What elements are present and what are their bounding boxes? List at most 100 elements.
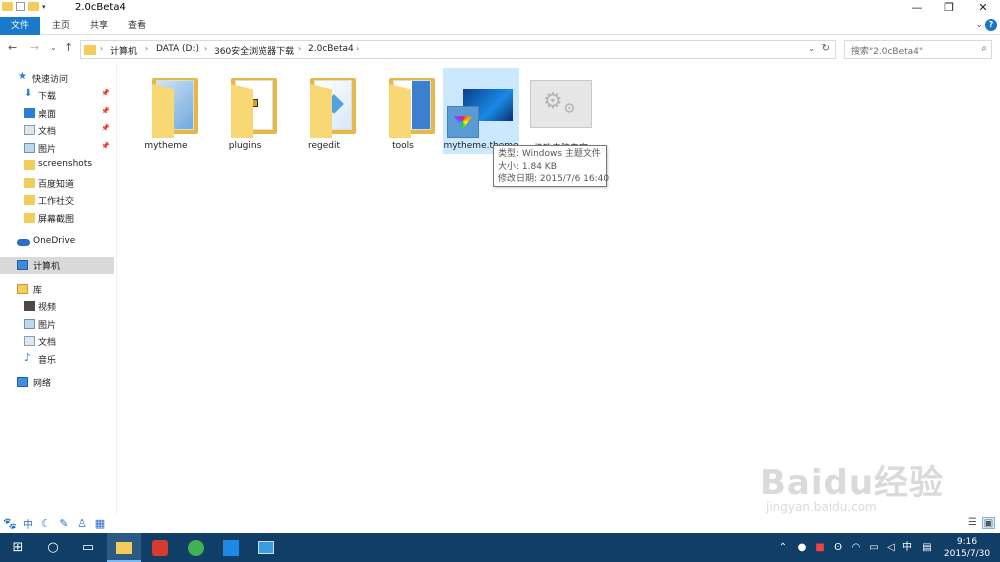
grid-icon[interactable]: ▦	[92, 517, 108, 530]
sidebar-item-label: screenshots	[38, 159, 93, 169]
sidebar-item-label: 库	[33, 286, 43, 296]
tray-orange-icon[interactable]: ●	[794, 533, 810, 562]
app-red-icon[interactable]	[143, 533, 177, 562]
paw-icon[interactable]: 🐾	[2, 517, 18, 530]
sidebar-item-documents[interactable]: 文档 📌	[0, 122, 114, 139]
windows-start-icon[interactable]: ⊞	[1, 533, 35, 562]
address-bar[interactable]: › 计算机 › DATA (D:) › 360安全浏览器下载 › 2.0cBet…	[80, 40, 836, 59]
system-clock[interactable]: 9:16 2015/7/30	[940, 536, 994, 560]
properties-icon[interactable]	[16, 2, 25, 11]
breadcrumb-downloads[interactable]: 360安全浏览器下载	[214, 44, 294, 57]
network-icon	[17, 377, 28, 387]
back-button[interactable]: ←	[8, 41, 17, 54]
folder-icon	[24, 178, 35, 188]
breadcrumb-computer[interactable]: 计算机	[110, 44, 137, 57]
close-button[interactable]: ✕	[966, 0, 1000, 17]
chevron-right-icon[interactable]: ›	[100, 44, 103, 53]
sidebar-item-library[interactable]: 库	[0, 281, 114, 298]
folder-item-mytheme[interactable]: mytheme	[128, 70, 204, 154]
folder-item-regedit[interactable]: regedit	[286, 70, 362, 154]
folder-icon[interactable]	[2, 2, 13, 11]
tab-share[interactable]: 共享	[82, 17, 116, 35]
tooltip-size: 大小: 1.84 KB	[498, 161, 557, 172]
tab-file[interactable]: 文件	[0, 17, 40, 35]
folder-item-plugins[interactable]: plugins	[207, 70, 283, 154]
tooltip-modified: 修改日期: 2015/7/6 16:40	[498, 174, 610, 184]
picture-icon	[24, 319, 35, 329]
chevron-right-icon[interactable]: ›	[204, 44, 207, 53]
sidebar-item-lib-documents[interactable]: 文档	[0, 333, 114, 350]
sidebar-item-screenshots[interactable]: screenshots	[0, 157, 114, 174]
restore-button[interactable]: ❐	[932, 0, 966, 17]
minimize-button[interactable]: —	[900, 0, 934, 17]
file-item-settings[interactable]: ⚙ ⚙ 极致电脑专家	[523, 70, 599, 154]
gear-icon: ⚙ ⚙	[530, 80, 592, 128]
battery-icon[interactable]: ▭	[866, 533, 882, 562]
chevron-right-icon[interactable]: ›	[298, 44, 301, 53]
chevron-right-icon[interactable]: ›	[145, 44, 148, 53]
control-panel-icon[interactable]	[249, 533, 283, 562]
recent-locations-icon[interactable]: ⌄	[50, 43, 57, 52]
help-icon[interactable]: ?	[985, 19, 997, 31]
tab-view[interactable]: 查看	[120, 17, 154, 35]
wifi-icon[interactable]: ◠	[848, 533, 864, 562]
sidebar-item-videos[interactable]: 视频	[0, 298, 114, 315]
sidebar-item-work-social[interactable]: 工作社交	[0, 192, 114, 209]
user-icon[interactable]: ♙	[74, 517, 90, 530]
chevron-right-icon[interactable]: ›	[356, 44, 359, 53]
sidebar-item-downloads[interactable]: ⬇ 下载 📌	[0, 87, 114, 104]
sidebar-item-label: 网络	[33, 379, 52, 389]
folder-item-tools[interactable]: tools	[365, 70, 441, 154]
sidebar-item-lib-pictures[interactable]: 图片	[0, 316, 114, 333]
breadcrumb-drive[interactable]: DATA (D:)	[156, 44, 199, 54]
browser-360-icon[interactable]	[179, 533, 213, 562]
tray-bluetooth-icon[interactable]: ʘ	[830, 533, 846, 562]
sidebar-item-computer[interactable]: 计算机	[0, 257, 114, 274]
theme-palette-icon	[447, 106, 479, 138]
forward-button[interactable]: →	[30, 41, 39, 54]
color-fan	[454, 116, 472, 129]
breadcrumb-current[interactable]: 2.0cBeta4	[308, 44, 354, 54]
refresh-icon[interactable]: ↻	[822, 43, 830, 54]
moon-icon[interactable]: ☾	[38, 517, 54, 530]
ribbon-tabs: 文件 主页 共享 查看 ⌄ ?	[0, 17, 1000, 35]
task-view-icon[interactable]: ▭	[71, 533, 105, 562]
expand-ribbon-icon[interactable]: ⌄	[975, 20, 983, 30]
search-icon[interactable]: ⌕	[981, 43, 987, 54]
sidebar-item-quick-access[interactable]: ★ 快速访问	[0, 70, 114, 87]
sidebar-item-screen-captures[interactable]: 屏幕截图	[0, 210, 114, 227]
sidebar-item-desktop[interactable]: 桌面 📌	[0, 105, 114, 122]
pen-icon[interactable]: ✎	[56, 517, 72, 530]
ime-toolbar: 🐾 中 ☾ ✎ ♙ ▦	[2, 515, 114, 532]
ime-tray-label[interactable]: 中	[900, 533, 914, 562]
settings-app-icon[interactable]	[214, 533, 248, 562]
show-hidden-icons-icon[interactable]: ⌃	[776, 533, 790, 562]
folder-icon	[24, 195, 35, 205]
new-folder-icon[interactable]	[28, 2, 39, 11]
large-icons-view-icon[interactable]: ▣	[982, 517, 995, 529]
cortana-icon[interactable]: ○	[36, 533, 70, 562]
sidebar-item-pictures[interactable]: 图片 📌	[0, 140, 114, 157]
file-item-mytheme-theme[interactable]: mytheme.theme	[443, 68, 519, 154]
sidebar-item-network[interactable]: 网络	[0, 374, 114, 391]
computer-icon	[17, 260, 28, 270]
address-dropdown-icon[interactable]: ⌄	[808, 44, 815, 53]
volume-icon[interactable]: ◁	[883, 533, 899, 562]
sidebar-item-label: 快速访问	[32, 75, 69, 85]
clock-date: 2015/7/30	[943, 549, 991, 559]
search-box[interactable]: 搜索"2.0cBeta4" ⌕	[844, 40, 992, 59]
sidebar-item-music[interactable]: ♪ 音乐	[0, 351, 114, 368]
notifications-icon[interactable]: ▤	[918, 533, 936, 562]
file-explorer-icon[interactable]	[107, 533, 141, 562]
sidebar-item-label: 音乐	[38, 356, 57, 366]
up-button[interactable]: ↑	[64, 41, 73, 54]
sidebar-item-baidu-zhidao[interactable]: 百度知道	[0, 175, 114, 192]
tray-red-icon[interactable]: ■	[812, 533, 828, 562]
folder-icon	[24, 213, 35, 223]
tab-home[interactable]: 主页	[44, 17, 78, 35]
sidebar-item-label: 桌面	[38, 110, 57, 120]
sidebar-item-onedrive[interactable]: OneDrive	[0, 234, 114, 251]
customize-toolbar-icon[interactable]: ▾	[42, 3, 46, 11]
details-view-icon[interactable]: ☰	[966, 517, 979, 529]
ime-mode-label[interactable]: 中	[20, 516, 36, 531]
